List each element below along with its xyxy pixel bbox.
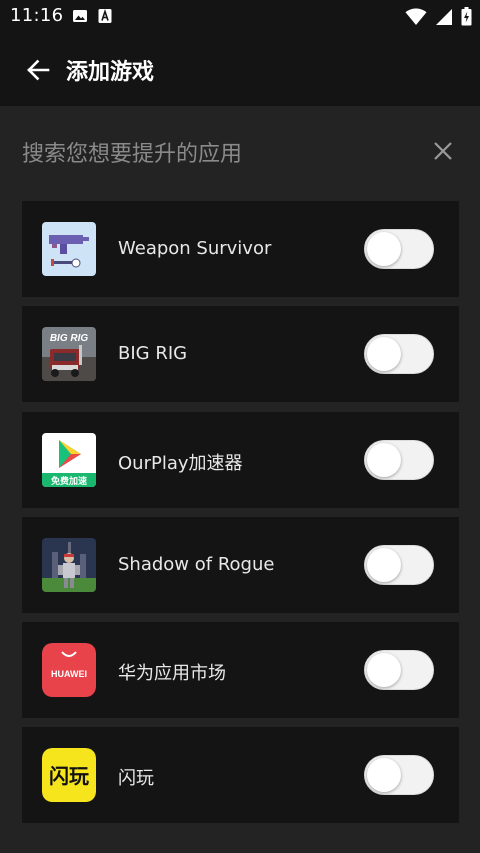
app-toggle[interactable] bbox=[364, 755, 434, 796]
app-bar: 添加游戏 bbox=[0, 34, 480, 106]
toggle-knob bbox=[367, 653, 401, 688]
list-item-big-rig: BIG RIG BIG RIG bbox=[22, 306, 459, 403]
list-item-shadow-of-rogue: Shadow of Rogue bbox=[22, 516, 459, 613]
huawei-icon-text: HUAWEI bbox=[51, 669, 87, 679]
list-item-huawei-appgallery: HUAWEI 华为应用市场 bbox=[22, 622, 459, 719]
arrow-left-icon bbox=[25, 57, 51, 83]
search-bar: 搜索您想要提升的应用 bbox=[0, 106, 480, 196]
app-name: 闪玩 bbox=[118, 768, 154, 790]
app-toggle[interactable] bbox=[364, 229, 434, 269]
shanwan-icon: 闪玩 bbox=[42, 748, 96, 803]
list-item-ourplay: 免费加速 OurPlay加速器 bbox=[22, 411, 459, 508]
huawei-appgallery-icon: HUAWEI bbox=[42, 643, 96, 698]
app-name: BIG RIG bbox=[118, 343, 188, 365]
battery-icon bbox=[461, 7, 472, 26]
cellular-signal-icon bbox=[435, 8, 453, 26]
ourplay-icon: 免费加速 bbox=[42, 432, 96, 487]
shadow-of-rogue-icon bbox=[42, 537, 96, 592]
app-toggle[interactable] bbox=[364, 334, 434, 375]
clear-search-button[interactable] bbox=[428, 136, 458, 166]
status-left-icons bbox=[72, 8, 112, 24]
app-name: Weapon Survivor bbox=[118, 238, 272, 259]
search-input[interactable]: 搜索您想要提升的应用 bbox=[22, 136, 242, 168]
big-rig-icon: BIG RIG bbox=[42, 327, 96, 382]
toggle-knob bbox=[367, 547, 401, 582]
ourplay-icon-text: 免费加速 bbox=[51, 475, 87, 487]
weapon-survivor-icon bbox=[42, 222, 96, 276]
list-item-weapon-survivor: Weapon Survivor bbox=[22, 201, 459, 297]
list-item-shanwan: 闪玩 闪玩 bbox=[22, 727, 459, 824]
status-time: 11:16 bbox=[10, 5, 64, 26]
toggle-knob bbox=[367, 337, 401, 372]
app-list: Weapon Survivor BIG RIG BIG RIG 免费加速 Our… bbox=[22, 201, 459, 833]
app-toggle[interactable] bbox=[364, 650, 434, 691]
app-name: OurPlay加速器 bbox=[118, 452, 243, 474]
app-name: 华为应用市场 bbox=[118, 663, 226, 685]
status-right-icons bbox=[405, 7, 472, 26]
app-name: Shadow of Rogue bbox=[118, 553, 275, 575]
shanwan-icon-text: 闪玩 bbox=[49, 764, 89, 788]
toggle-knob bbox=[367, 232, 401, 266]
text-a-icon bbox=[98, 8, 112, 24]
app-toggle[interactable] bbox=[364, 439, 434, 480]
status-bar: 11:16 bbox=[0, 0, 480, 34]
image-icon bbox=[72, 8, 88, 24]
close-icon bbox=[433, 141, 453, 161]
back-button[interactable] bbox=[22, 54, 54, 86]
big-rig-icon-text: BIG RIG bbox=[50, 333, 89, 344]
wifi-icon bbox=[405, 7, 427, 26]
toggle-knob bbox=[367, 758, 401, 793]
page-title: 添加游戏 bbox=[66, 60, 155, 85]
app-toggle[interactable] bbox=[364, 544, 434, 585]
toggle-knob bbox=[367, 442, 401, 477]
